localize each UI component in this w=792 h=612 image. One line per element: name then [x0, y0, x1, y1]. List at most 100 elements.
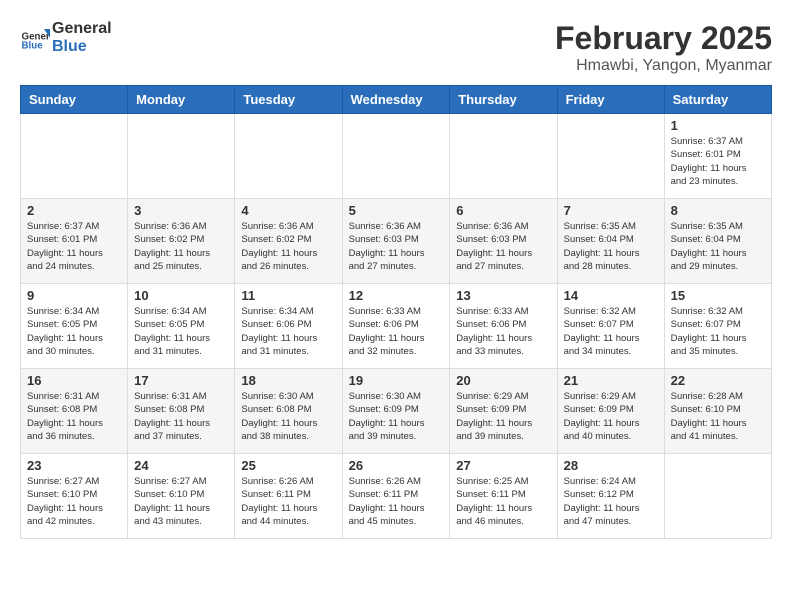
calendar-cell: 9 Sunrise: 6:34 AM Sunset: 6:05 PM Daylig… [21, 284, 128, 369]
day-info: Sunrise: 6:27 AM Sunset: 6:10 PM Dayligh… [27, 475, 121, 528]
day-info: Sunrise: 6:29 AM Sunset: 6:09 PM Dayligh… [564, 390, 658, 443]
day-number: 9 [27, 288, 121, 303]
day-number: 6 [456, 203, 550, 218]
calendar-header-tuesday: Tuesday [235, 86, 342, 114]
calendar-cell: 24Sunrise: 6:27 AM Sunset: 6:10 PM Dayli… [128, 454, 235, 539]
calendar-week-row: 23 Sunrise: 6:27 AM Sunset: 6:10 PM Dayli… [21, 454, 772, 539]
calendar-header-saturday: Saturday [664, 86, 771, 114]
calendar-week-row: 2 Sunrise: 6:37 AM Sunset: 6:01 PM Daylig… [21, 199, 772, 284]
day-number: 22 [671, 373, 765, 388]
day-info: Sunrise: 6:34 AM Sunset: 6:06 PM Dayligh… [241, 305, 335, 358]
calendar-cell: 2 Sunrise: 6:37 AM Sunset: 6:01 PM Daylig… [21, 199, 128, 284]
calendar-cell: 14 Sunrise: 6:32 AM Sunset: 6:07 PM Dayli… [557, 284, 664, 369]
calendar-cell: 11 Sunrise: 6:34 AM Sunset: 6:06 PM Dayli… [235, 284, 342, 369]
day-number: 21 [564, 373, 658, 388]
day-number: 14 [564, 288, 658, 303]
calendar-cell: 23 Sunrise: 6:27 AM Sunset: 6:10 PM Dayli… [21, 454, 128, 539]
calendar-cell: 8 Sunrise: 6:35 AM Sunset: 6:04 PM Daylig… [664, 199, 771, 284]
calendar-cell: 1Sunrise: 6:37 AM Sunset: 6:01 PM Daylig… [664, 114, 771, 199]
header: General Blue General Blue February 2025 … [20, 20, 772, 75]
calendar-cell: 20Sunrise: 6:29 AM Sunset: 6:09 PM Dayli… [450, 369, 557, 454]
day-number: 20 [456, 373, 550, 388]
day-number: 16 [27, 373, 121, 388]
calendar-cell [342, 114, 450, 199]
logo: General Blue General Blue [20, 20, 112, 55]
calendar-table: SundayMondayTuesdayWednesdayThursdayFrid… [20, 85, 772, 539]
day-info: Sunrise: 6:35 AM Sunset: 6:04 PM Dayligh… [564, 220, 658, 273]
calendar-cell: 12 Sunrise: 6:33 AM Sunset: 6:06 PM Dayli… [342, 284, 450, 369]
calendar-cell [450, 114, 557, 199]
day-number: 27 [456, 458, 550, 473]
day-number: 23 [27, 458, 121, 473]
day-info: Sunrise: 6:32 AM Sunset: 6:07 PM Dayligh… [564, 305, 658, 358]
day-number: 11 [241, 288, 335, 303]
calendar-header-friday: Friday [557, 86, 664, 114]
calendar-cell: 3 Sunrise: 6:36 AM Sunset: 6:02 PM Daylig… [128, 199, 235, 284]
calendar-cell: 6 Sunrise: 6:36 AM Sunset: 6:03 PM Daylig… [450, 199, 557, 284]
calendar-cell: 28Sunrise: 6:24 AM Sunset: 6:12 PM Dayli… [557, 454, 664, 539]
day-info: Sunrise: 6:31 AM Sunset: 6:08 PM Dayligh… [134, 390, 228, 443]
day-number: 18 [241, 373, 335, 388]
page-subtitle: Hmawbi, Yangon, Myanmar [555, 57, 772, 75]
calendar-header-monday: Monday [128, 86, 235, 114]
calendar-week-row: 16 Sunrise: 6:31 AM Sunset: 6:08 PM Dayli… [21, 369, 772, 454]
calendar-cell [128, 114, 235, 199]
day-info: Sunrise: 6:30 AM Sunset: 6:08 PM Dayligh… [241, 390, 335, 443]
day-info: Sunrise: 6:36 AM Sunset: 6:02 PM Dayligh… [241, 220, 335, 273]
day-info: Sunrise: 6:28 AM Sunset: 6:10 PM Dayligh… [671, 390, 765, 443]
day-number: 25 [241, 458, 335, 473]
calendar-header-row: SundayMondayTuesdayWednesdayThursdayFrid… [21, 86, 772, 114]
calendar-week-row: 9 Sunrise: 6:34 AM Sunset: 6:05 PM Daylig… [21, 284, 772, 369]
calendar-cell: 7 Sunrise: 6:35 AM Sunset: 6:04 PM Daylig… [557, 199, 664, 284]
day-info: Sunrise: 6:36 AM Sunset: 6:03 PM Dayligh… [456, 220, 550, 273]
day-number: 10 [134, 288, 228, 303]
day-info: Sunrise: 6:36 AM Sunset: 6:03 PM Dayligh… [349, 220, 444, 273]
day-number: 15 [671, 288, 765, 303]
calendar-cell: 18 Sunrise: 6:30 AM Sunset: 6:08 PM Dayli… [235, 369, 342, 454]
calendar-cell: 5 Sunrise: 6:36 AM Sunset: 6:03 PM Daylig… [342, 199, 450, 284]
calendar-cell [557, 114, 664, 199]
day-number: 7 [564, 203, 658, 218]
calendar-header-thursday: Thursday [450, 86, 557, 114]
calendar-header-wednesday: Wednesday [342, 86, 450, 114]
logo-blue-text: Blue [52, 38, 112, 56]
day-info: Sunrise: 6:37 AM Sunset: 6:01 PM Dayligh… [671, 135, 765, 188]
day-number: 19 [349, 373, 444, 388]
calendar-cell: 15 Sunrise: 6:32 AM Sunset: 6:07 PM Dayli… [664, 284, 771, 369]
day-info: Sunrise: 6:26 AM Sunset: 6:11 PM Dayligh… [349, 475, 444, 528]
calendar-cell: 25 Sunrise: 6:26 AM Sunset: 6:11 PM Dayli… [235, 454, 342, 539]
calendar-cell: 26 Sunrise: 6:26 AM Sunset: 6:11 PM Dayli… [342, 454, 450, 539]
day-number: 2 [27, 203, 121, 218]
day-info: Sunrise: 6:33 AM Sunset: 6:06 PM Dayligh… [456, 305, 550, 358]
calendar-cell: 19Sunrise: 6:30 AM Sunset: 6:09 PM Dayli… [342, 369, 450, 454]
day-info: Sunrise: 6:34 AM Sunset: 6:05 PM Dayligh… [134, 305, 228, 358]
day-number: 8 [671, 203, 765, 218]
calendar-cell [21, 114, 128, 199]
day-info: Sunrise: 6:34 AM Sunset: 6:05 PM Dayligh… [27, 305, 121, 358]
calendar-cell: 22 Sunrise: 6:28 AM Sunset: 6:10 PM Dayli… [664, 369, 771, 454]
calendar-header-sunday: Sunday [21, 86, 128, 114]
day-number: 5 [349, 203, 444, 218]
day-info: Sunrise: 6:27 AM Sunset: 6:10 PM Dayligh… [134, 475, 228, 528]
calendar-cell: 17Sunrise: 6:31 AM Sunset: 6:08 PM Dayli… [128, 369, 235, 454]
logo-general-text: General [52, 20, 112, 38]
calendar-cell: 21 Sunrise: 6:29 AM Sunset: 6:09 PM Dayli… [557, 369, 664, 454]
day-info: Sunrise: 6:26 AM Sunset: 6:11 PM Dayligh… [241, 475, 335, 528]
day-info: Sunrise: 6:33 AM Sunset: 6:06 PM Dayligh… [349, 305, 444, 358]
calendar-cell [664, 454, 771, 539]
calendar-cell: 10 Sunrise: 6:34 AM Sunset: 6:05 PM Dayli… [128, 284, 235, 369]
page-title: February 2025 [555, 20, 772, 57]
day-info: Sunrise: 6:37 AM Sunset: 6:01 PM Dayligh… [27, 220, 121, 273]
day-info: Sunrise: 6:35 AM Sunset: 6:04 PM Dayligh… [671, 220, 765, 273]
calendar-cell [235, 114, 342, 199]
day-info: Sunrise: 6:32 AM Sunset: 6:07 PM Dayligh… [671, 305, 765, 358]
day-number: 26 [349, 458, 444, 473]
title-area: February 2025 Hmawbi, Yangon, Myanmar [555, 20, 772, 75]
day-info: Sunrise: 6:36 AM Sunset: 6:02 PM Dayligh… [134, 220, 228, 273]
day-number: 12 [349, 288, 444, 303]
day-number: 28 [564, 458, 658, 473]
day-number: 13 [456, 288, 550, 303]
day-number: 3 [134, 203, 228, 218]
calendar-week-row: 1Sunrise: 6:37 AM Sunset: 6:01 PM Daylig… [21, 114, 772, 199]
calendar-cell: 27Sunrise: 6:25 AM Sunset: 6:11 PM Dayli… [450, 454, 557, 539]
